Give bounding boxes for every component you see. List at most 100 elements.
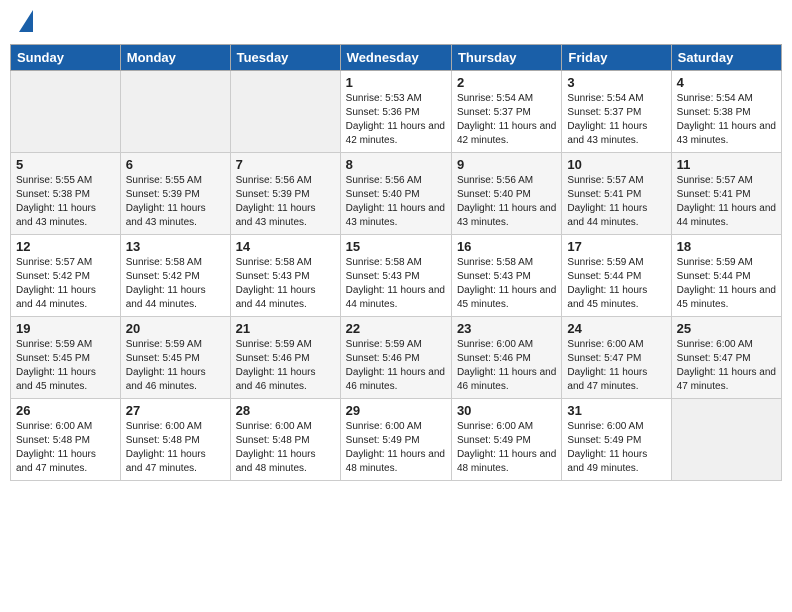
calendar-cell: 13 Sunrise: 5:58 AMSunset: 5:42 PMDayligh… — [120, 235, 230, 317]
calendar-cell: 15 Sunrise: 5:58 AMSunset: 5:43 PMDayligh… — [340, 235, 451, 317]
page-header — [10, 10, 782, 36]
calendar-cell: 3 Sunrise: 5:54 AMSunset: 5:37 PMDaylight… — [562, 71, 671, 153]
day-number: 20 — [126, 321, 225, 336]
day-info: Sunrise: 5:54 AMSunset: 5:37 PMDaylight:… — [457, 92, 556, 148]
day-number: 5 — [16, 157, 115, 172]
day-info: Sunrise: 5:54 AMSunset: 5:37 PMDaylight:… — [567, 92, 665, 148]
day-info: Sunrise: 5:58 AMSunset: 5:43 PMDaylight:… — [346, 256, 446, 312]
calendar-week-row: 1 Sunrise: 5:53 AMSunset: 5:36 PMDaylight… — [11, 71, 782, 153]
day-info: Sunrise: 5:59 AMSunset: 5:45 PMDaylight:… — [126, 338, 225, 394]
weekday-header-friday: Friday — [562, 45, 671, 71]
day-number: 1 — [346, 75, 446, 90]
day-number: 3 — [567, 75, 665, 90]
day-number: 18 — [677, 239, 776, 254]
calendar-cell: 14 Sunrise: 5:58 AMSunset: 5:43 PMDayligh… — [230, 235, 340, 317]
weekday-header-tuesday: Tuesday — [230, 45, 340, 71]
calendar-cell: 9 Sunrise: 5:56 AMSunset: 5:40 PMDaylight… — [451, 153, 561, 235]
calendar-cell: 1 Sunrise: 5:53 AMSunset: 5:36 PMDaylight… — [340, 71, 451, 153]
day-info: Sunrise: 5:59 AMSunset: 5:46 PMDaylight:… — [236, 338, 335, 394]
day-info: Sunrise: 5:56 AMSunset: 5:39 PMDaylight:… — [236, 174, 335, 230]
day-info: Sunrise: 6:00 AMSunset: 5:46 PMDaylight:… — [457, 338, 556, 394]
calendar-cell: 20 Sunrise: 5:59 AMSunset: 5:45 PMDayligh… — [120, 317, 230, 399]
weekday-header-monday: Monday — [120, 45, 230, 71]
day-info: Sunrise: 5:57 AMSunset: 5:41 PMDaylight:… — [677, 174, 776, 230]
day-number: 22 — [346, 321, 446, 336]
calendar-cell: 25 Sunrise: 6:00 AMSunset: 5:47 PMDayligh… — [671, 317, 781, 399]
calendar-cell: 27 Sunrise: 6:00 AMSunset: 5:48 PMDayligh… — [120, 399, 230, 481]
calendar-cell: 10 Sunrise: 5:57 AMSunset: 5:41 PMDayligh… — [562, 153, 671, 235]
day-number: 10 — [567, 157, 665, 172]
day-number: 9 — [457, 157, 556, 172]
day-number: 12 — [16, 239, 115, 254]
calendar-cell: 30 Sunrise: 6:00 AMSunset: 5:49 PMDayligh… — [451, 399, 561, 481]
calendar-cell: 23 Sunrise: 6:00 AMSunset: 5:46 PMDayligh… — [451, 317, 561, 399]
calendar-cell — [230, 71, 340, 153]
calendar-week-row: 5 Sunrise: 5:55 AMSunset: 5:38 PMDaylight… — [11, 153, 782, 235]
day-number: 14 — [236, 239, 335, 254]
calendar-cell: 11 Sunrise: 5:57 AMSunset: 5:41 PMDayligh… — [671, 153, 781, 235]
calendar-week-row: 26Sunrise: 6:00 AMSunset: 5:48 PMDayligh… — [11, 399, 782, 481]
day-info: Sunrise: 6:00 AMSunset: 5:48 PMDaylight:… — [236, 420, 335, 476]
calendar-cell — [120, 71, 230, 153]
day-info: Sunrise: 5:58 AMSunset: 5:42 PMDaylight:… — [126, 256, 225, 312]
day-info: Sunrise: 6:00 AMSunset: 5:48 PMDaylight:… — [126, 420, 225, 476]
day-number: 30 — [457, 403, 556, 418]
day-info: Sunrise: 5:57 AMSunset: 5:42 PMDaylight:… — [16, 256, 115, 312]
day-info: Sunrise: 5:53 AMSunset: 5:36 PMDaylight:… — [346, 92, 446, 148]
day-info: Sunrise: 6:00 AMSunset: 5:47 PMDaylight:… — [677, 338, 776, 394]
day-number: 13 — [126, 239, 225, 254]
calendar-cell: 18 Sunrise: 5:59 AMSunset: 5:44 PMDayligh… — [671, 235, 781, 317]
day-info: Sunrise: 5:56 AMSunset: 5:40 PMDaylight:… — [457, 174, 556, 230]
calendar-cell: 6Sunrise: 5:55 AMSunset: 5:39 PMDaylight… — [120, 153, 230, 235]
day-info: Sunrise: 5:59 AMSunset: 5:44 PMDaylight:… — [677, 256, 776, 312]
calendar-cell: 2Sunrise: 5:54 AMSunset: 5:37 PMDaylight… — [451, 71, 561, 153]
day-info: Sunrise: 5:59 AMSunset: 5:44 PMDaylight:… — [567, 256, 665, 312]
day-info: Sunrise: 6:00 AMSunset: 5:49 PMDaylight:… — [346, 420, 446, 476]
day-info: Sunrise: 6:00 AMSunset: 5:49 PMDaylight:… — [567, 420, 665, 476]
calendar-cell: 22 Sunrise: 5:59 AMSunset: 5:46 PMDayligh… — [340, 317, 451, 399]
calendar-cell: 21 Sunrise: 5:59 AMSunset: 5:46 PMDayligh… — [230, 317, 340, 399]
calendar-cell: 16 Sunrise: 5:58 AMSunset: 5:43 PMDayligh… — [451, 235, 561, 317]
day-number: 15 — [346, 239, 446, 254]
day-info: Sunrise: 5:54 AMSunset: 5:38 PMDaylight:… — [677, 92, 776, 148]
calendar-cell: 19Sunrise: 5:59 AMSunset: 5:45 PMDayligh… — [11, 317, 121, 399]
day-number: 8 — [346, 157, 446, 172]
weekday-header-saturday: Saturday — [671, 45, 781, 71]
calendar-cell — [11, 71, 121, 153]
calendar-cell: 8 Sunrise: 5:56 AMSunset: 5:40 PMDaylight… — [340, 153, 451, 235]
logo-triangle-icon — [19, 10, 33, 32]
day-number: 16 — [457, 239, 556, 254]
calendar-cell: 12 Sunrise: 5:57 AMSunset: 5:42 PMDayligh… — [11, 235, 121, 317]
day-info: Sunrise: 6:00 AMSunset: 5:47 PMDaylight:… — [567, 338, 665, 394]
day-info: Sunrise: 5:58 AMSunset: 5:43 PMDaylight:… — [236, 256, 335, 312]
calendar-cell: 26Sunrise: 6:00 AMSunset: 5:48 PMDayligh… — [11, 399, 121, 481]
calendar-cell: 4Sunrise: 5:54 AMSunset: 5:38 PMDaylight… — [671, 71, 781, 153]
day-info: Sunrise: 5:58 AMSunset: 5:43 PMDaylight:… — [457, 256, 556, 312]
day-info: Sunrise: 5:55 AMSunset: 5:38 PMDaylight:… — [16, 174, 115, 230]
day-number: 19 — [16, 321, 115, 336]
day-info: Sunrise: 5:56 AMSunset: 5:40 PMDaylight:… — [346, 174, 446, 230]
day-number: 23 — [457, 321, 556, 336]
day-number: 31 — [567, 403, 665, 418]
day-number: 24 — [567, 321, 665, 336]
day-number: 7 — [236, 157, 335, 172]
calendar-cell: 17Sunrise: 5:59 AMSunset: 5:44 PMDayligh… — [562, 235, 671, 317]
day-number: 11 — [677, 157, 776, 172]
calendar-cell — [671, 399, 781, 481]
calendar-cell: 29 Sunrise: 6:00 AMSunset: 5:49 PMDayligh… — [340, 399, 451, 481]
day-number: 29 — [346, 403, 446, 418]
day-number: 28 — [236, 403, 335, 418]
day-number: 21 — [236, 321, 335, 336]
calendar-cell: 7 Sunrise: 5:56 AMSunset: 5:39 PMDaylight… — [230, 153, 340, 235]
calendar-cell: 31 Sunrise: 6:00 AMSunset: 5:49 PMDayligh… — [562, 399, 671, 481]
day-info: Sunrise: 6:00 AMSunset: 5:49 PMDaylight:… — [457, 420, 556, 476]
day-info: Sunrise: 6:00 AMSunset: 5:48 PMDaylight:… — [16, 420, 115, 476]
day-number: 25 — [677, 321, 776, 336]
day-number: 27 — [126, 403, 225, 418]
calendar-cell: 24 Sunrise: 6:00 AMSunset: 5:47 PMDayligh… — [562, 317, 671, 399]
day-info: Sunrise: 5:57 AMSunset: 5:41 PMDaylight:… — [567, 174, 665, 230]
weekday-header-thursday: Thursday — [451, 45, 561, 71]
day-info: Sunrise: 5:59 AMSunset: 5:46 PMDaylight:… — [346, 338, 446, 394]
weekday-header-wednesday: Wednesday — [340, 45, 451, 71]
calendar-cell: 5 Sunrise: 5:55 AMSunset: 5:38 PMDaylight… — [11, 153, 121, 235]
